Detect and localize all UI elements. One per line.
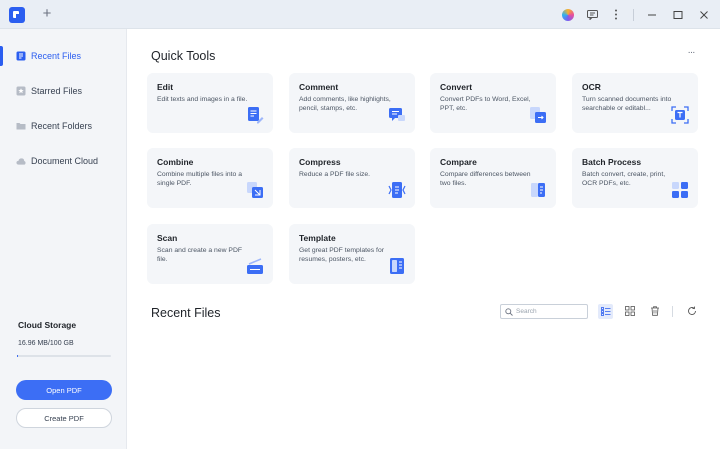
new-tab-button[interactable]: + — [38, 5, 56, 23]
cloud-icon — [16, 156, 26, 166]
tool-description: Edit texts and images in a file. — [157, 96, 248, 103]
tool-title: Compare — [440, 157, 477, 167]
title-bar-divider — [633, 8, 634, 21]
title-bar: + — [0, 0, 720, 29]
compare-icon — [528, 180, 548, 200]
batch-process-icon — [670, 180, 690, 200]
tool-card-compare[interactable]: Compare Compare differences between two … — [430, 148, 556, 208]
tool-description: Combine multiple files into a single PDF… — [157, 171, 243, 187]
combine-icon — [245, 180, 265, 200]
tool-card-scan[interactable]: Scan Scan and create a new PDF file. — [147, 224, 273, 284]
sidebar-item-recent-folders[interactable]: Recent Folders — [0, 115, 127, 137]
cloud-storage-fill — [17, 355, 18, 357]
app-logo-icon — [9, 7, 25, 23]
tool-title: Template — [299, 233, 336, 243]
ocr-icon — [670, 105, 690, 125]
tool-description: Turn scanned documents into searchable o… — [582, 96, 672, 112]
tool-title: Combine — [157, 157, 194, 167]
tool-title: Comment — [299, 82, 339, 92]
open-pdf-button[interactable]: Open PDF — [16, 380, 112, 400]
tool-card-ocr[interactable]: OCR Turn scanned documents into searchab… — [572, 73, 698, 133]
folder-icon — [16, 121, 26, 131]
title-bar-actions — [555, 0, 720, 29]
tool-title: Batch Process — [582, 157, 642, 167]
delete-button[interactable] — [647, 304, 662, 319]
cloud-storage-bar — [17, 355, 111, 357]
list-view-icon — [600, 303, 611, 321]
search-icon — [505, 303, 513, 321]
tool-description: Add comments, like highlights, pencil, s… — [299, 96, 391, 112]
comment-icon — [387, 105, 407, 125]
template-icon — [387, 256, 407, 276]
maximize-button[interactable] — [666, 4, 690, 26]
sidebar-item-document-cloud[interactable]: Document Cloud — [0, 150, 127, 172]
tool-title: OCR — [582, 82, 601, 92]
search-box — [500, 304, 588, 319]
refresh-icon — [687, 303, 697, 321]
grid-view-icon — [624, 303, 635, 321]
feedback-icon[interactable] — [581, 4, 603, 26]
quick-tools-title: Quick Tools — [151, 49, 216, 63]
tool-card-batch-process[interactable]: Batch Process Batch convert, create, pri… — [572, 148, 698, 208]
tool-title: Scan — [157, 233, 178, 243]
sidebar-item-starred-files[interactable]: Starred Files — [0, 80, 127, 102]
close-button[interactable] — [692, 4, 716, 26]
sidebar-item-label: Starred Files — [31, 86, 83, 96]
tool-title: Compress — [299, 157, 341, 167]
scan-icon — [245, 256, 265, 276]
refresh-button[interactable] — [684, 304, 699, 319]
tool-card-convert[interactable]: Convert Convert PDFs to Word, Excel, PPT… — [430, 73, 556, 133]
sidebar-item-label: Recent Folders — [31, 121, 93, 131]
tool-description: Reduce a PDF file size. — [299, 171, 371, 178]
tool-card-comment[interactable]: Comment Add comments, like highlights, p… — [289, 73, 415, 133]
tool-card-edit[interactable]: Edit Edit texts and images in a file. — [147, 73, 273, 133]
compress-icon — [387, 180, 407, 200]
trash-icon — [650, 303, 660, 321]
recent-files-title: Recent Files — [151, 306, 221, 320]
tool-description: Scan and create a new PDF file. — [157, 247, 243, 263]
account-avatar-icon[interactable] — [557, 4, 579, 26]
cloud-storage-title: Cloud Storage — [18, 320, 77, 330]
star-icon — [16, 86, 26, 96]
toolbar-divider — [672, 306, 673, 317]
tool-description: Get great PDF templates for resumes, pos… — [299, 247, 384, 263]
convert-icon — [528, 105, 548, 125]
more-menu-icon[interactable] — [605, 4, 627, 26]
tool-description: Compare differences between two files. — [440, 171, 531, 187]
minimize-button[interactable] — [640, 4, 664, 26]
list-view-button[interactable] — [598, 304, 613, 319]
create-pdf-button[interactable]: Create PDF — [16, 408, 112, 428]
recent-files-icon — [16, 51, 26, 61]
tool-title: Edit — [157, 82, 174, 92]
tool-title: Convert — [440, 82, 473, 92]
tool-card-compress[interactable]: Compress Reduce a PDF file size. — [289, 148, 415, 208]
sidebar-item-label: Document Cloud — [31, 156, 99, 166]
tool-description: Convert PDFs to Word, Excel, PPT, etc. — [440, 96, 531, 112]
edit-icon — [245, 105, 265, 125]
search-input[interactable] — [516, 308, 584, 315]
sidebar: Recent Files Starred Files Recent Folder… — [0, 29, 127, 449]
tool-description: Batch convert, create, print, OCR PDFs, … — [582, 171, 666, 187]
grid-view-button[interactable] — [622, 304, 637, 319]
tool-card-combine[interactable]: Combine Combine multiple files into a si… — [147, 148, 273, 208]
tool-card-template[interactable]: Template Get great PDF templates for res… — [289, 224, 415, 284]
cloud-storage-amount: 16.96 MB/100 GB — [18, 340, 74, 347]
sidebar-item-recent-files[interactable]: Recent Files — [0, 45, 127, 67]
more-options-icon[interactable]: ··· — [684, 48, 698, 60]
sidebar-item-label: Recent Files — [31, 51, 82, 61]
